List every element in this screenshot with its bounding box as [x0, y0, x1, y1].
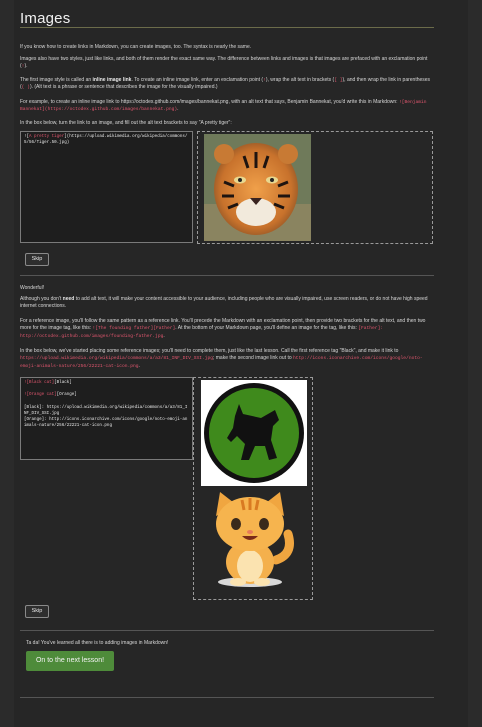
orange-cat-image	[216, 492, 294, 587]
alt-text-paragraph: Although you don't need to add alt text,…	[20, 296, 428, 310]
editor-def-black: [Black]: https://upload.wikimedia.org/wi…	[24, 405, 188, 417]
intro-paragraph: If you know how to create links in Markd…	[20, 44, 252, 50]
section-divider-1	[20, 275, 434, 276]
editor-def-orange: [Orange]: http://icons.iconarchive.com/i…	[24, 418, 188, 429]
preview-pane-2	[193, 377, 313, 600]
completion-text: Ta da! You've learned all there is to ad…	[26, 640, 169, 646]
editor-line-2: ![Orange cat][Orange]	[24, 393, 77, 398]
tiger-image	[204, 134, 311, 241]
markdown-editor-1[interactable]: ![A pretty tiger](https://upload.wikimed…	[20, 131, 193, 243]
example-paragraph: For example, to create an inline image l…	[20, 99, 427, 113]
black-cat-insignia-image	[201, 380, 307, 486]
wonderful-text: Wonderful!	[20, 285, 45, 291]
markdown-editor-2[interactable]: ![Black cat][Black] ![Orange cat][Orange…	[20, 377, 193, 460]
title-rule	[20, 27, 434, 28]
styles-paragraph: Images also have two styles, just like l…	[20, 56, 428, 70]
instruction-paragraph: In the box below, turn the link to an im…	[20, 120, 232, 126]
inline-image-paragraph: The first image style is called an inlin…	[20, 77, 431, 91]
footer-divider	[20, 697, 434, 698]
editor-line: ![A pretty tiger](https://upload.wikimed…	[24, 135, 188, 146]
section-divider-2	[20, 630, 434, 631]
page-title: Images	[20, 10, 71, 27]
reference-instruction-paragraph: In the box below, we've started placing …	[20, 348, 423, 369]
preview-pane-1	[197, 131, 433, 244]
reference-image-paragraph: For a reference image, you'll follow the…	[20, 318, 426, 339]
skip-button-2[interactable]: Skip	[25, 605, 49, 618]
editor-line-1: ![Black cat][Black]	[24, 381, 72, 385]
next-lesson-button[interactable]: On to the next lesson!	[26, 651, 114, 671]
skip-button-1[interactable]: Skip	[25, 253, 49, 266]
